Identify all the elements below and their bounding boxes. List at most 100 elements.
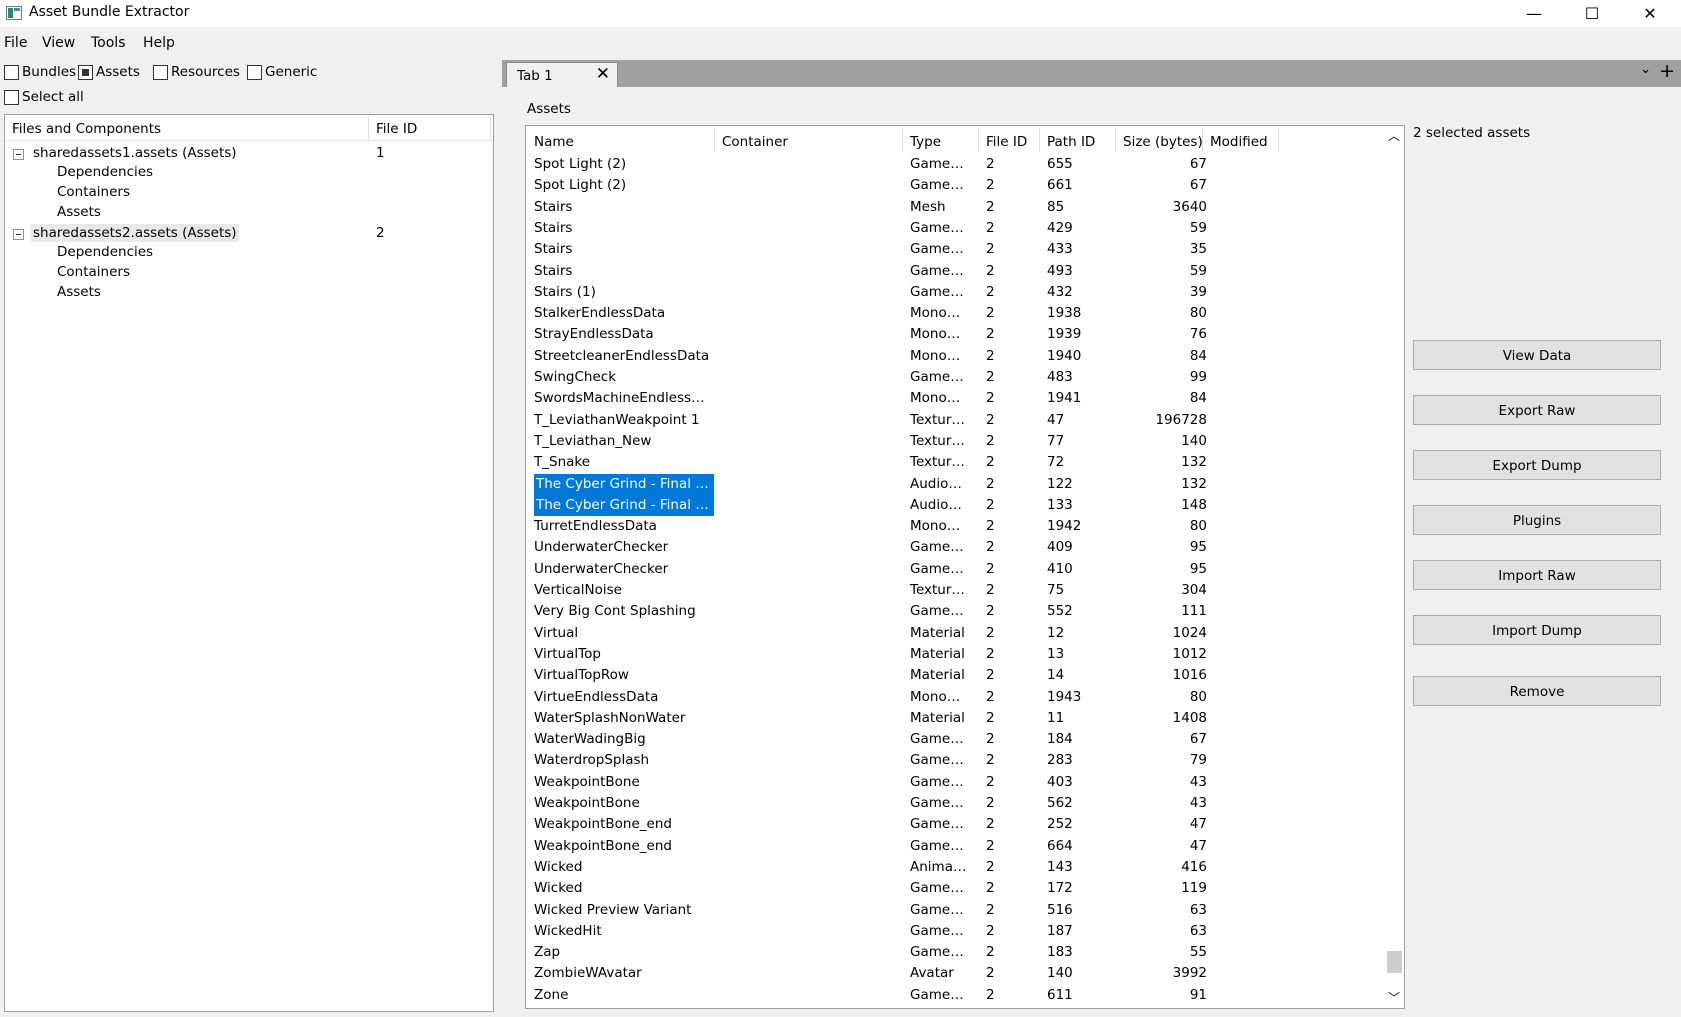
table-row[interactable]: WeakpointBone GameO… 2 403 43: [526, 772, 1384, 793]
filter-assets[interactable]: Assets: [78, 64, 140, 80]
table-row[interactable]: WaterSplashNonWater Material 2 11 1408: [526, 708, 1384, 729]
table-row[interactable]: WaterdropSplash GameO… 2 283 79: [526, 750, 1384, 771]
table-row[interactable]: The Cyber Grind - Final Ver… AudioClip 2 13…: [526, 494, 1384, 516]
tab-close-icon[interactable]: ✕: [596, 64, 610, 84]
table-row[interactable]: UnderwaterChecker GameO… 2 409 95: [526, 537, 1384, 558]
tree-child-dependencies[interactable]: Dependencies: [57, 244, 153, 264]
assets-checkbox[interactable]: [78, 64, 93, 80]
table-row[interactable]: Stairs (1) GameO… 2 432 39: [526, 282, 1384, 303]
table-row[interactable]: Very Big Cont Splashing GameO… 2 552 111: [526, 601, 1384, 622]
table-row[interactable]: T_Snake Textur… 2 72 132: [526, 452, 1384, 473]
table-row[interactable]: T_LeviathanWeakpoint 1 Textur… 2 47 196728: [526, 410, 1384, 431]
cell-path-id: 1942: [1047, 518, 1082, 535]
table-row[interactable]: TurretEndlessData MonoB… 2 1942 80: [526, 516, 1384, 537]
table-row[interactable]: Spot Light (2) GameO… 2 661 67: [526, 175, 1384, 196]
table-row[interactable]: Zone GameO… 2 611 91: [526, 985, 1384, 1006]
collapse-icon[interactable]: [13, 149, 24, 160]
col-file-id[interactable]: File ID: [986, 134, 1027, 150]
table-row[interactable]: WaterWadingBig GameO… 2 184 67: [526, 729, 1384, 750]
table-row[interactable]: VirtualTop Material 2 13 1012: [526, 644, 1384, 665]
plugins-button[interactable]: Plugins: [1413, 505, 1661, 535]
scroll-up-icon[interactable]: ︿: [1384, 126, 1404, 146]
table-row[interactable]: StrayEndlessData MonoB… 2 1939 76: [526, 324, 1384, 345]
col-files-components[interactable]: Files and Components: [12, 121, 161, 137]
asset-list-scrollbar[interactable]: ︿ ﹀: [1384, 126, 1404, 1008]
generic-checkbox[interactable]: [247, 64, 262, 80]
col-container[interactable]: Container: [722, 134, 788, 150]
scroll-thumb[interactable]: [1387, 951, 1402, 973]
col-path-id[interactable]: Path ID: [1047, 134, 1095, 150]
table-row[interactable]: SwingCheck GameO… 2 483 99: [526, 367, 1384, 388]
tree-child-assets[interactable]: Assets: [57, 204, 101, 224]
table-row[interactable]: StalkerEndlessData MonoB… 2 1938 80: [526, 303, 1384, 324]
table-row[interactable]: WeakpointBone_end GameO… 2 252 47: [526, 814, 1384, 835]
col-size[interactable]: Size (bytes): [1123, 134, 1203, 150]
export-raw-button[interactable]: Export Raw: [1413, 395, 1661, 425]
table-row[interactable]: T_Leviathan_New Textur… 2 77 140: [526, 431, 1384, 452]
table-row[interactable]: WeakpointBone GameO… 2 562 43: [526, 793, 1384, 814]
filter-generic[interactable]: Generic: [247, 64, 317, 80]
table-row[interactable]: StreetcleanerEndlessData MonoB… 2 1940 84: [526, 346, 1384, 367]
table-row[interactable]: ZombieWAvatar Avatar 2 140 3992: [526, 963, 1384, 984]
tree-child-containers[interactable]: Containers: [57, 264, 130, 284]
table-row[interactable]: Stairs GameO… 2 433 35: [526, 239, 1384, 260]
select-all-checkbox[interactable]: [4, 89, 19, 105]
cell-type: Material: [910, 645, 965, 662]
cell-name: Stairs (1): [534, 283, 596, 300]
tab-list-chevron-icon[interactable]: ⌄: [1640, 62, 1651, 77]
table-row[interactable]: WickedHit GameO… 2 187 63: [526, 921, 1384, 942]
table-row[interactable]: UnderwaterChecker GameO… 2 410 95: [526, 559, 1384, 580]
tree-child-containers[interactable]: Containers: [57, 184, 130, 204]
cell-size: 1024: [1172, 624, 1207, 641]
col-modified[interactable]: Modified: [1210, 134, 1268, 150]
filter-resources[interactable]: Resources: [153, 64, 240, 80]
filter-bundles[interactable]: Bundles: [4, 64, 76, 80]
table-row[interactable]: Zap GameO… 2 183 55: [526, 942, 1384, 963]
collapse-icon[interactable]: [13, 229, 24, 240]
table-row[interactable]: The Cyber Grind - Final Ver… AudioClip 2 12…: [526, 473, 1384, 495]
remove-button[interactable]: Remove: [1413, 676, 1661, 706]
table-row[interactable]: VirtueEndlessData MonoB… 2 1943 80: [526, 687, 1384, 708]
import-raw-button[interactable]: Import Raw: [1413, 560, 1661, 590]
table-row[interactable]: Spot Light (2) GameO… 2 655 67: [526, 154, 1384, 175]
bundles-checkbox[interactable]: [4, 64, 19, 80]
col-file-id[interactable]: File ID: [376, 121, 417, 137]
close-window-button[interactable]: ✕: [1621, 0, 1679, 27]
table-row[interactable]: Wicked Animat… 2 143 416: [526, 857, 1384, 878]
menu-view[interactable]: View: [42, 35, 75, 51]
select-all[interactable]: Select all: [4, 89, 84, 105]
table-row[interactable]: SwordsMachineEndlessData MonoB… 2 1941 84: [526, 388, 1384, 409]
tree-node-sharedassets1[interactable]: sharedassets1.assets (Assets) 1: [5, 144, 485, 164]
menu-help[interactable]: Help: [143, 35, 175, 51]
col-name[interactable]: Name: [534, 134, 574, 150]
minimize-button[interactable]: —: [1505, 0, 1563, 27]
scroll-down-icon[interactable]: ﹀: [1384, 988, 1404, 1008]
table-row[interactable]: VerticalNoise Textur… 2 75 304: [526, 580, 1384, 601]
view-data-button[interactable]: View Data: [1413, 340, 1661, 370]
import-dump-button[interactable]: Import Dump: [1413, 615, 1661, 645]
menu-file[interactable]: File: [4, 35, 27, 51]
table-row[interactable]: Wicked Preview Variant GameO… 2 516 63: [526, 900, 1384, 921]
cell-path-id: 432: [1047, 283, 1073, 300]
cell-file-id: 2: [986, 560, 995, 577]
col-type[interactable]: Type: [910, 134, 941, 150]
cell-type: GameO…: [910, 986, 968, 1003]
files-tree[interactable]: Files and Components File ID sharedasset…: [4, 114, 494, 1012]
tab-1[interactable]: Tab 1 ✕: [506, 62, 618, 87]
tree-node-sharedassets2[interactable]: sharedassets2.assets (Assets) 2: [5, 224, 485, 244]
asset-list[interactable]: Name Container Type File ID Path ID Size…: [525, 125, 1405, 1009]
table-row[interactable]: VirtualTopRow Material 2 14 1016: [526, 665, 1384, 686]
table-row[interactable]: Stairs Mesh 2 85 3640: [526, 197, 1384, 218]
table-row[interactable]: Stairs GameO… 2 429 59: [526, 218, 1384, 239]
add-tab-icon[interactable]: +: [1659, 60, 1675, 82]
table-row[interactable]: Stairs GameO… 2 493 59: [526, 261, 1384, 282]
table-row[interactable]: WeakpointBone_end GameO… 2 664 47: [526, 836, 1384, 857]
table-row[interactable]: Virtual Material 2 12 1024: [526, 623, 1384, 644]
maximize-button[interactable]: ☐: [1563, 0, 1621, 27]
tree-child-assets[interactable]: Assets: [57, 284, 101, 304]
menu-tools[interactable]: Tools: [91, 35, 126, 51]
tree-child-dependencies[interactable]: Dependencies: [57, 164, 153, 184]
resources-checkbox[interactable]: [153, 64, 168, 80]
export-dump-button[interactable]: Export Dump: [1413, 450, 1661, 480]
table-row[interactable]: Wicked GameO… 2 172 119: [526, 878, 1384, 899]
